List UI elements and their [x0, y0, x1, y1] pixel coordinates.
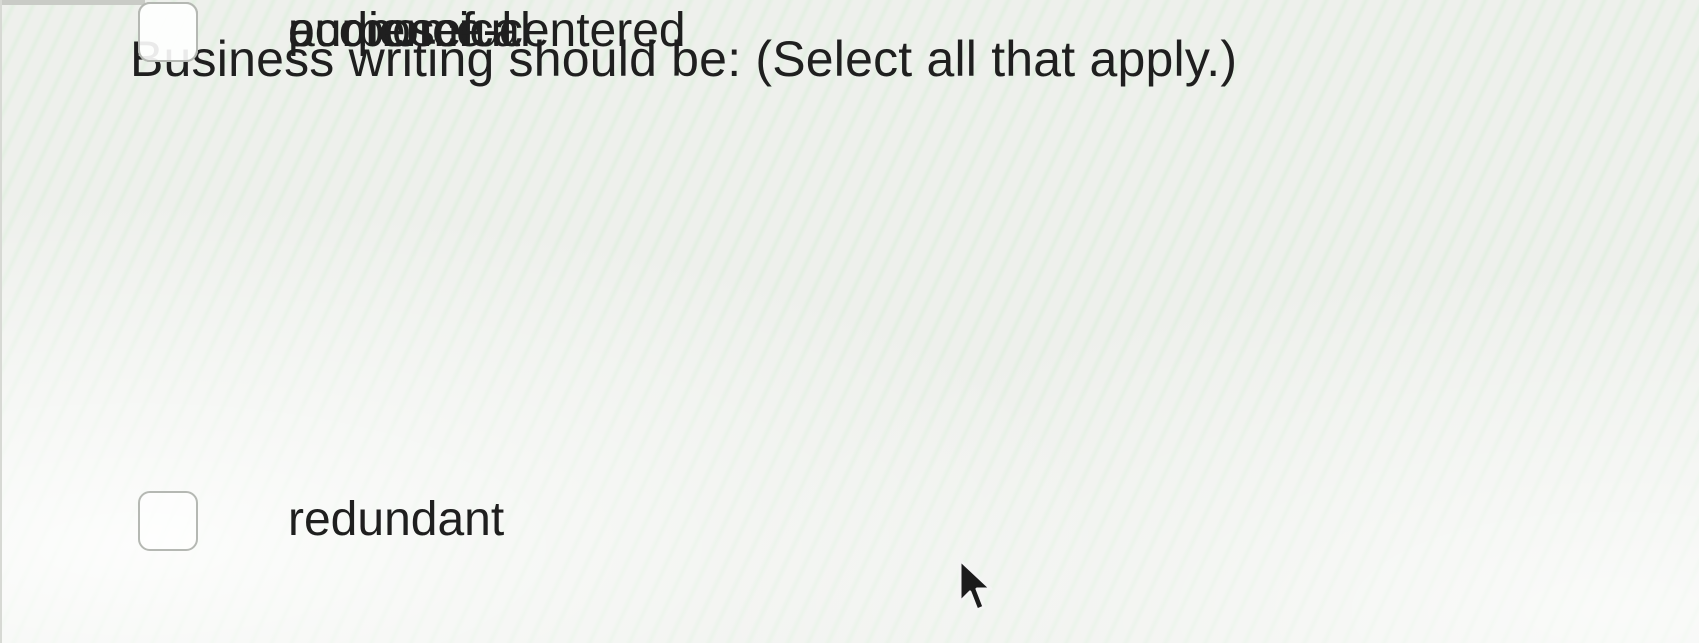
checkbox-audience-centered[interactable]: [138, 2, 198, 62]
option-label-audience-centered: audience-centered: [288, 4, 686, 57]
mouse-pointer-icon: [958, 558, 993, 612]
frame-edge: [0, 0, 2, 643]
checkbox-redundant[interactable]: [138, 491, 198, 551]
option-label-redundant: redundant: [288, 493, 505, 546]
top-tab-edge: [0, 0, 145, 5]
option-redundant[interactable]: redundant: [138, 489, 758, 561]
option-audience-centered[interactable]: audience-centered: [138, 0, 758, 72]
